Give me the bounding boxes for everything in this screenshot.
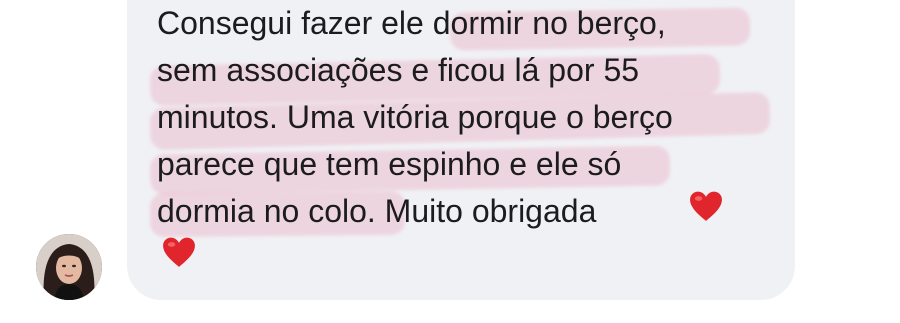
avatar[interactable] bbox=[36, 234, 102, 300]
chat-screen: Consegui fazer ele dormir no berço, sem … bbox=[0, 0, 900, 323]
red-heart-icon bbox=[690, 191, 722, 221]
profile-photo bbox=[36, 234, 102, 300]
red-heart-icon bbox=[163, 237, 195, 267]
message-text: Consegui fazer ele dormir no berço, sem … bbox=[157, 5, 673, 229]
